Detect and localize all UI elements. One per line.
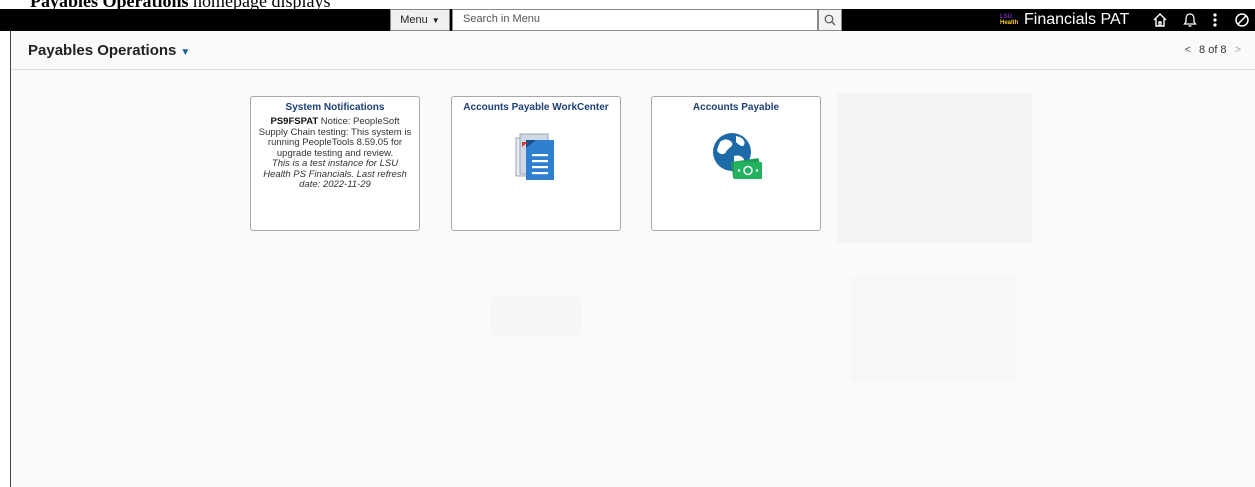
notification-italic: This is a test instance for LSU Health P…: [263, 158, 407, 190]
homepage-pager: < 8 of 8 >: [1185, 44, 1241, 56]
actions-menu-button[interactable]: [1205, 11, 1225, 29]
tile-title: Accounts Payable: [692, 102, 780, 113]
notification-db-name: PS9FSPAT: [270, 116, 319, 127]
ghost-tile: [837, 93, 1032, 243]
next-page-icon[interactable]: >: [1235, 44, 1241, 56]
homepage-header: Payables Operations ▼ < 8 of 8 >: [11, 31, 1255, 70]
home-icon: [1153, 13, 1167, 27]
navbar-icon: [1235, 13, 1249, 27]
tile-system-notifications[interactable]: System Notifications PS9FSPAT Notice: Pe…: [250, 96, 420, 231]
app-title: Financials PAT: [1024, 11, 1130, 28]
menu-label: Menu: [400, 14, 428, 26]
lsu-health-logo: LSU Health: [1000, 14, 1018, 26]
search-button[interactable]: [818, 9, 842, 31]
page-title: Payables Operations: [28, 42, 177, 59]
document-list-icon: [515, 133, 554, 180]
ghost-tile: [851, 276, 1016, 381]
tile-accounts-payable-workcenter[interactable]: Accounts Payable WorkCenter: [451, 96, 621, 231]
globe-money-icon: [713, 133, 762, 179]
ghost-tile: [491, 296, 581, 336]
notifications-button[interactable]: [1180, 11, 1200, 29]
tile-title: System Notifications: [285, 102, 385, 113]
top-banner: Menu ▼ Search in Menu LSU Health Financi…: [0, 9, 1255, 31]
tile-accounts-payable[interactable]: Accounts Payable: [651, 96, 821, 231]
homepage-content: Payables Operations ▼ < 8 of 8 > System N…: [10, 31, 1255, 487]
navbar-button[interactable]: [1232, 11, 1252, 29]
notification-text: PS9FSPAT Notice: PeopleSoft Supply Chain…: [251, 113, 419, 195]
previous-page-icon[interactable]: <: [1185, 44, 1191, 56]
tile-title: Accounts Payable WorkCenter: [463, 102, 609, 113]
search-input[interactable]: Search in Menu: [452, 9, 818, 31]
home-button[interactable]: [1150, 11, 1170, 29]
more-vert-icon: [1213, 13, 1217, 27]
chevron-down-icon: ▼: [180, 47, 191, 58]
menu-button[interactable]: Menu ▼: [390, 9, 450, 31]
homepage-selector[interactable]: Payables Operations ▼: [28, 42, 190, 59]
logo-bottom-text: Health: [1000, 20, 1019, 26]
chevron-down-icon: ▼: [431, 15, 440, 25]
bell-icon: [1183, 13, 1197, 27]
search-icon: [824, 14, 836, 26]
pager-text: 8 of 8: [1199, 44, 1227, 56]
